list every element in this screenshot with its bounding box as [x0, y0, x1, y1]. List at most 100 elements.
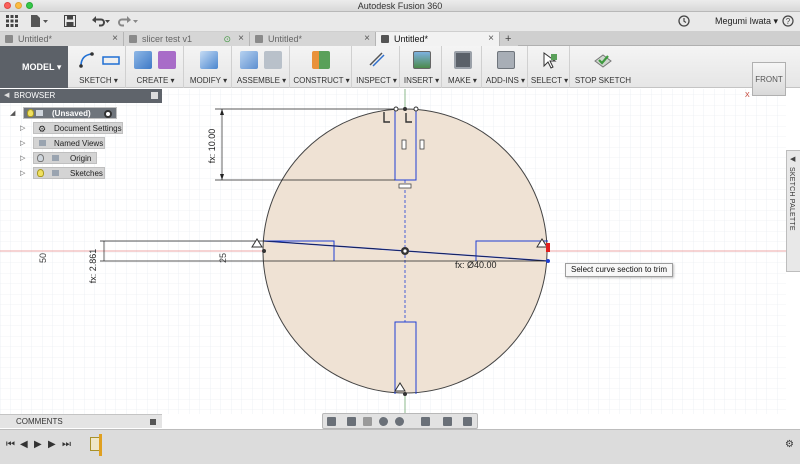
create-form-icon[interactable] — [158, 51, 176, 69]
help-icon[interactable]: ? — [782, 15, 794, 29]
sketch-viewport[interactable]: fx: 10.00 fx: 2.861 25 50 fx: Ø40.00 X — [0, 84, 786, 414]
make-group[interactable]: MAKE ▾ — [444, 46, 482, 88]
timeline-previous-icon[interactable]: ◀ — [20, 439, 28, 451]
palette-collapse-icon[interactable]: ◀ — [790, 155, 795, 163]
sketch-group[interactable]: SKETCH ▾ — [72, 46, 126, 88]
job-status-clock-icon[interactable] — [678, 15, 690, 29]
tab-untitled-1[interactable]: Untitled* × — [0, 32, 124, 46]
tab-close-icon[interactable]: × — [488, 32, 494, 46]
add-ins-group[interactable]: ADD-INS ▾ — [484, 46, 528, 88]
3d-print-icon[interactable] — [454, 51, 472, 69]
tab-close-icon[interactable]: × — [364, 32, 370, 46]
expand-icon[interactable]: ▷ — [20, 153, 25, 165]
tab-close-icon[interactable]: × — [238, 32, 244, 46]
sketch-arc-icon[interactable] — [78, 51, 96, 69]
timeline-last-icon[interactable]: ⏭ — [62, 439, 71, 451]
data-panel-grid-icon[interactable] — [6, 15, 18, 29]
tab-slicer-test[interactable]: slicer test v1 ⊙ × — [124, 32, 250, 46]
grid-settings-icon[interactable] — [443, 417, 452, 426]
group-label: STOP SKETCH — [574, 76, 632, 85]
undo-icon[interactable] — [90, 15, 112, 29]
fit-view-icon[interactable] — [395, 417, 404, 426]
inspect-group[interactable]: INSPECT ▾ — [354, 46, 400, 88]
new-tab-button[interactable]: + — [500, 32, 518, 46]
select-group[interactable]: SELECT ▾ — [530, 46, 570, 88]
collapse-icon[interactable]: ◀ — [4, 89, 9, 103]
browser-panel-header[interactable]: ◀ BROWSER — [0, 89, 162, 103]
visibility-bulb-icon[interactable] — [37, 169, 44, 177]
create-group[interactable]: CREATE ▾ — [128, 46, 184, 88]
dimension-10-label[interactable]: fx: 10.00 — [207, 129, 217, 164]
save-icon[interactable] — [64, 15, 76, 29]
stop-sketch-group[interactable]: STOP SKETCH — [572, 46, 634, 88]
close-window-icon[interactable] — [4, 2, 11, 9]
insert-group[interactable]: INSERT ▾ — [402, 46, 442, 88]
browser-root-item[interactable]: ◢ (Unsaved) — [10, 107, 117, 119]
diameter-dimension-label[interactable]: fx: Ø40.00 — [455, 260, 497, 270]
redo-icon[interactable] — [118, 15, 140, 29]
file-menu-icon[interactable] — [30, 15, 48, 29]
expand-icon[interactable]: ◢ — [10, 108, 15, 120]
tab-untitled-active[interactable]: Untitled* × — [376, 32, 500, 46]
joint-icon[interactable] — [264, 51, 282, 69]
visibility-bulb-icon[interactable] — [27, 109, 34, 117]
zoom-window-icon[interactable] — [26, 2, 33, 9]
group-label: INSPECT ▾ — [356, 76, 397, 85]
timeline-settings-gear-icon[interactable]: ⚙ — [785, 439, 794, 451]
visibility-bulb-icon[interactable] — [37, 154, 44, 162]
minimize-window-icon[interactable] — [15, 2, 22, 9]
timeline-play-icon[interactable]: ▶ — [34, 439, 42, 451]
extrude-icon[interactable] — [134, 51, 152, 69]
display-settings-icon[interactable] — [421, 417, 430, 426]
dimension-25-label[interactable]: 25 — [218, 253, 228, 263]
expand-icon[interactable]: ▷ — [20, 138, 25, 150]
sketch-point[interactable] — [262, 249, 266, 253]
sketch-point[interactable] — [403, 392, 407, 396]
sketch-point[interactable] — [393, 106, 399, 112]
timeline-first-icon[interactable]: ⏮ — [6, 439, 15, 451]
scripts-icon[interactable] — [497, 51, 515, 69]
offset-plane-icon[interactable] — [312, 51, 330, 69]
pin-icon[interactable] — [151, 92, 158, 99]
view-cube[interactable]: FRONT — [752, 62, 786, 96]
view-cube-face-label[interactable]: FRONT — [755, 75, 783, 84]
viewport-settings-icon[interactable] — [463, 417, 472, 426]
sketch-point-selected[interactable] — [546, 259, 550, 263]
tab-untitled-2[interactable]: Untitled* × — [250, 32, 376, 46]
new-component-icon[interactable] — [240, 51, 258, 69]
stop-sketch-icon[interactable] — [594, 51, 612, 69]
activate-radio-icon[interactable] — [104, 110, 112, 118]
tab-close-icon[interactable]: × — [112, 32, 118, 46]
dimension-50-label[interactable]: 50 — [38, 253, 48, 263]
browser-item-document-settings[interactable]: ▷ ⚙ Document Settings — [20, 122, 123, 134]
sketch-point[interactable] — [403, 107, 407, 111]
browser-item-named-views[interactable]: ▷ Named Views — [20, 137, 105, 149]
sketch-line-icon[interactable] — [102, 51, 120, 69]
workspace-switcher[interactable]: MODEL ▾ — [0, 46, 68, 88]
sketch-point[interactable] — [413, 106, 419, 112]
timeline-marker[interactable] — [99, 434, 102, 456]
expand-icon[interactable]: ▷ — [20, 168, 25, 180]
dimension-2861-label[interactable]: fx: 2.861 — [88, 249, 98, 284]
user-account-menu[interactable]: Megumi Iwata ▾ — [715, 16, 778, 27]
timeline-next-icon[interactable]: ▶ — [48, 439, 56, 451]
browser-item-origin[interactable]: ▷ Origin — [20, 152, 97, 164]
construct-group[interactable]: CONSTRUCT ▾ — [292, 46, 352, 88]
expand-icon[interactable]: ▷ — [20, 123, 25, 135]
fusion-window: Autodesk Fusion 360 Megumi Iwata ▾ ? Unt — [0, 0, 800, 464]
orbit-icon[interactable] — [327, 417, 336, 426]
browser-item-sketches[interactable]: ▷ Sketches — [20, 167, 105, 179]
zoom-icon[interactable] — [379, 417, 388, 426]
insert-image-icon[interactable] — [413, 51, 431, 69]
assemble-group[interactable]: ASSEMBLE ▾ — [234, 46, 290, 88]
select-arrow-icon[interactable] — [541, 51, 559, 69]
add-comment-icon[interactable] — [150, 419, 156, 425]
pan-hand-icon[interactable] — [363, 417, 372, 426]
design-canvas[interactable]: fx: 10.00 fx: 2.861 25 50 fx: Ø40.00 X — [0, 84, 786, 414]
comments-panel[interactable]: COMMENTS — [0, 414, 162, 428]
modify-group[interactable]: MODIFY ▾ — [186, 46, 232, 88]
sketch-palette-tab[interactable]: ◀ SKETCH PALETTE — [786, 150, 800, 272]
look-at-icon[interactable] — [347, 417, 356, 426]
measure-icon[interactable] — [368, 51, 386, 69]
press-pull-icon[interactable] — [200, 51, 218, 69]
